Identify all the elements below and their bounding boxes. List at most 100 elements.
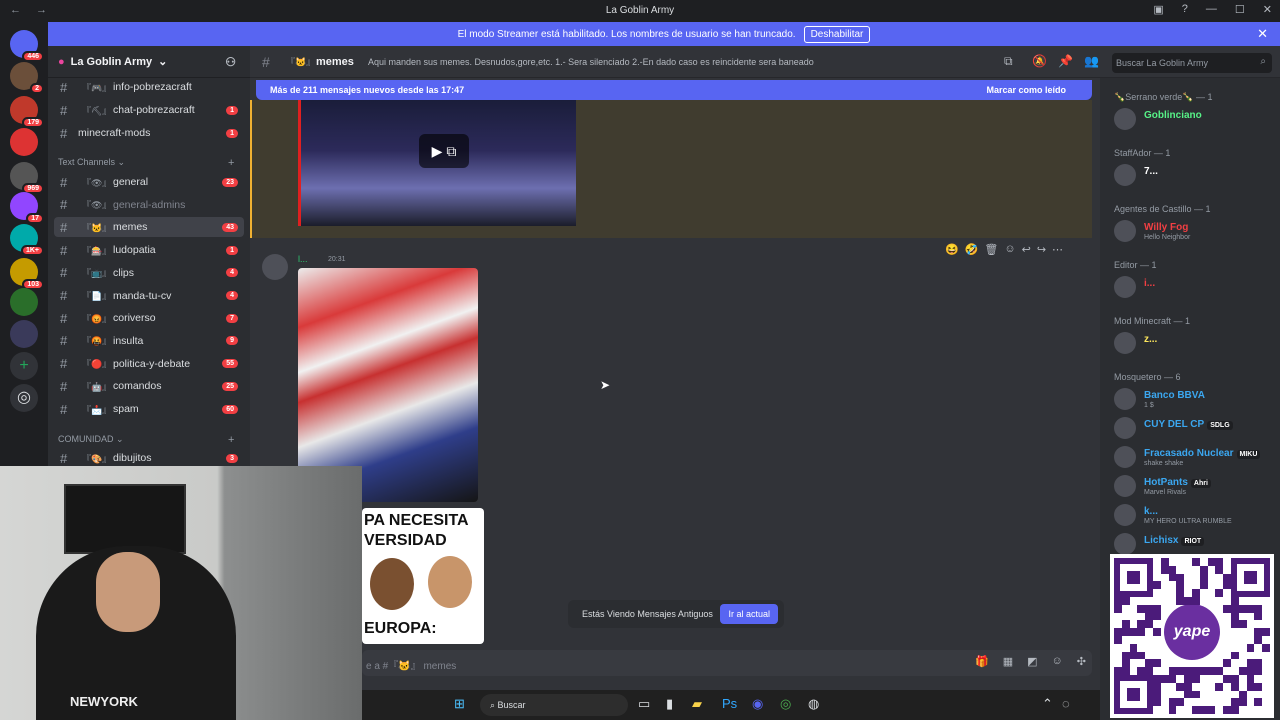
channel-memes[interactable]: # 『🐱』 memes 43: [54, 217, 244, 238]
taskbar-search[interactable]: ⌕ Buscar: [480, 694, 628, 716]
pin-icon[interactable]: 📌: [1058, 54, 1073, 68]
old-messages-bar: Estás Viendo Mensajes Antiguos Ir al act…: [568, 600, 784, 628]
reaction-emoji-icon[interactable]: 🤣: [965, 243, 979, 256]
member-category: 🍾Serrano verde🍾 — 1: [1114, 92, 1213, 102]
gif-icon[interactable]: ▦: [1003, 655, 1013, 668]
server-icon[interactable]: 2: [10, 62, 44, 94]
jump-to-present-button[interactable]: Ir al actual: [720, 604, 778, 624]
channel-politica-y-debate[interactable]: # 『🔴』 politica-y-debate 55: [48, 354, 250, 374]
server-icon[interactable]: [10, 128, 38, 156]
chrome-icon[interactable]: ◎: [780, 696, 791, 712]
threads-icon[interactable]: ⧉: [1004, 54, 1013, 69]
minimize-icon[interactable]: —: [1206, 3, 1217, 16]
add-member-icon[interactable]: ⚇: [225, 55, 236, 69]
channel-topic[interactable]: Aqui manden sus memes. Desnudos,gore,etc…: [368, 57, 814, 67]
more-icon[interactable]: ⋯: [1052, 243, 1063, 256]
reply-icon[interactable]: ↩: [1022, 243, 1031, 256]
new-messages-bar[interactable]: Más de 211 mensajes nuevos desde las 17:…: [256, 80, 1092, 100]
channel-manda-tu-cv[interactable]: # 『📄』 manda-tu-cv 4: [48, 286, 250, 306]
mute-icon[interactable]: 🔕: [1032, 54, 1047, 68]
discord-icon[interactable]: ◉: [752, 696, 763, 712]
qr-module: [1192, 667, 1200, 675]
channel-clips[interactable]: # 『📺』 clips 4: [48, 263, 250, 283]
member-item[interactable]: CUY DEL CP SDLG: [1114, 417, 1274, 441]
gift-icon[interactable]: 🎁: [975, 655, 989, 668]
channel-dibujitos[interactable]: # 『🎨』 dibujitos 3: [48, 448, 250, 468]
qr-module: [1254, 659, 1263, 668]
inbox-icon[interactable]: ▣: [1153, 3, 1163, 16]
channel-comandos[interactable]: # 『🤖』 comandos 25: [48, 376, 250, 396]
channel-minecraft-mods[interactable]: # minecraft-mods 1: [48, 123, 250, 143]
banner-close-icon[interactable]: ✕: [1257, 26, 1268, 42]
add-reaction-icon[interactable]: ☺: [1004, 243, 1015, 256]
disable-streamer-button[interactable]: Deshabilitar: [803, 25, 871, 43]
guild-header[interactable]: ● La Goblin Army ⌄ ⚇: [48, 46, 250, 78]
tray-icon[interactable]: ◌: [1062, 696, 1070, 711]
category-comunidad[interactable]: COMUNIDAD ⌄ +: [58, 434, 234, 446]
member-item[interactable]: i...: [1114, 276, 1274, 300]
channel-spam[interactable]: # 『📩』 spam 60: [48, 399, 250, 419]
channel-general-admins[interactable]: # 『👁』 general-admins: [48, 195, 250, 215]
server-icon[interactable]: 1K+: [10, 224, 44, 256]
photoshop-icon[interactable]: Ps: [722, 696, 737, 711]
server-icon[interactable]: 17: [10, 192, 44, 224]
video-attachment[interactable]: ▶ ⧉: [298, 100, 576, 226]
tray-chevron-icon[interactable]: ⌃: [1042, 696, 1053, 712]
member-item[interactable]: Goblinciano: [1114, 108, 1274, 132]
unread-badge: 1: [226, 128, 238, 138]
search-input[interactable]: Buscar La Goblin Army ⌕: [1112, 53, 1272, 73]
member-item[interactable]: HotPants Ahri Marvel Rivals: [1114, 475, 1274, 499]
windows-start-icon[interactable]: ⊞: [454, 696, 465, 712]
channel-info-pobrezacraft[interactable]: # 『🎮』 info-pobrezacraft: [48, 77, 250, 97]
unread-badge: 3: [226, 453, 238, 463]
channel-chat-pobrezacraft[interactable]: # 『⛏』 chat-pobrezacraft 1: [48, 100, 250, 120]
steam-icon[interactable]: ◍: [808, 696, 819, 712]
server-icon[interactable]: 446: [10, 30, 44, 62]
meme-image-attachment[interactable]: PA NECESITA VERSIDAD EUROPA:: [362, 508, 484, 644]
server-icon[interactable]: 969: [10, 162, 44, 194]
channel-general[interactable]: # 『👁』 general 23: [48, 172, 250, 192]
message-author[interactable]: l...: [298, 254, 308, 264]
emoji-icon[interactable]: ☺: [1052, 655, 1063, 668]
members-icon[interactable]: 👥: [1084, 54, 1099, 68]
add-channel-icon[interactable]: +: [228, 434, 234, 446]
add-server-icon[interactable]: +: [10, 352, 38, 380]
category-text-channels[interactable]: Text Channels ⌄ +: [58, 157, 234, 169]
server-icon[interactable]: 179: [10, 96, 44, 128]
server-icon[interactable]: [10, 288, 38, 316]
close-icon[interactable]: ✕: [1263, 3, 1272, 16]
qr-module: [1168, 565, 1177, 574]
unread-badge: 1: [226, 105, 238, 115]
file-explorer-icon[interactable]: ▰: [692, 696, 702, 712]
message-composer[interactable]: e a #『🐱』 memes 🎁 ▦ ◩ ☺ ✣: [362, 650, 1092, 676]
channel-ludopatia[interactable]: # 『🎰』 ludopatia 1: [48, 240, 250, 260]
member-item[interactable]: k... MY HERO ULTRA RUMBLE: [1114, 504, 1274, 528]
member-item[interactable]: Banco BBVA 1 $: [1114, 388, 1274, 412]
server-icon[interactable]: [10, 320, 38, 348]
app-icon[interactable]: ▮: [666, 696, 673, 712]
member-item[interactable]: Fracasado Nuclear MIKU shake shake: [1114, 446, 1274, 470]
channel-emoji: 『🎨』: [82, 453, 112, 464]
explore-icon[interactable]: ◎: [10, 384, 38, 412]
channel-insulta[interactable]: # 『🤬』 insulta 9: [48, 331, 250, 351]
help-icon[interactable]: ?: [1182, 3, 1188, 16]
add-channel-icon[interactable]: +: [228, 157, 234, 169]
qr-module: [1137, 604, 1146, 613]
server-icon[interactable]: 103: [10, 258, 44, 290]
member-item[interactable]: z...: [1114, 332, 1274, 356]
member-item[interactable]: 7...: [1114, 164, 1274, 188]
mark-read-button[interactable]: Marcar como leído: [986, 85, 1066, 95]
channel-coriverso[interactable]: # 『😡』 coriverso 7: [48, 308, 250, 328]
task-view-icon[interactable]: ▭: [638, 696, 650, 712]
play-icon[interactable]: ▶ ⧉: [419, 134, 469, 168]
hash-icon: #: [60, 356, 68, 372]
forward-icon[interactable]: ↪: [1037, 243, 1046, 256]
composer-tools: 🎁 ▦ ◩ ☺ ✣: [975, 655, 1086, 668]
maximize-icon[interactable]: ☐: [1235, 3, 1245, 16]
apps-icon[interactable]: ✣: [1077, 655, 1086, 668]
member-item[interactable]: Willy Fog Hello Neighbor: [1114, 220, 1274, 244]
avatar[interactable]: [262, 254, 288, 280]
reaction-emoji-icon[interactable]: 😆: [945, 243, 959, 256]
sticker-icon[interactable]: ◩: [1027, 655, 1037, 668]
reaction-emoji-icon[interactable]: 🗑: [984, 243, 998, 256]
